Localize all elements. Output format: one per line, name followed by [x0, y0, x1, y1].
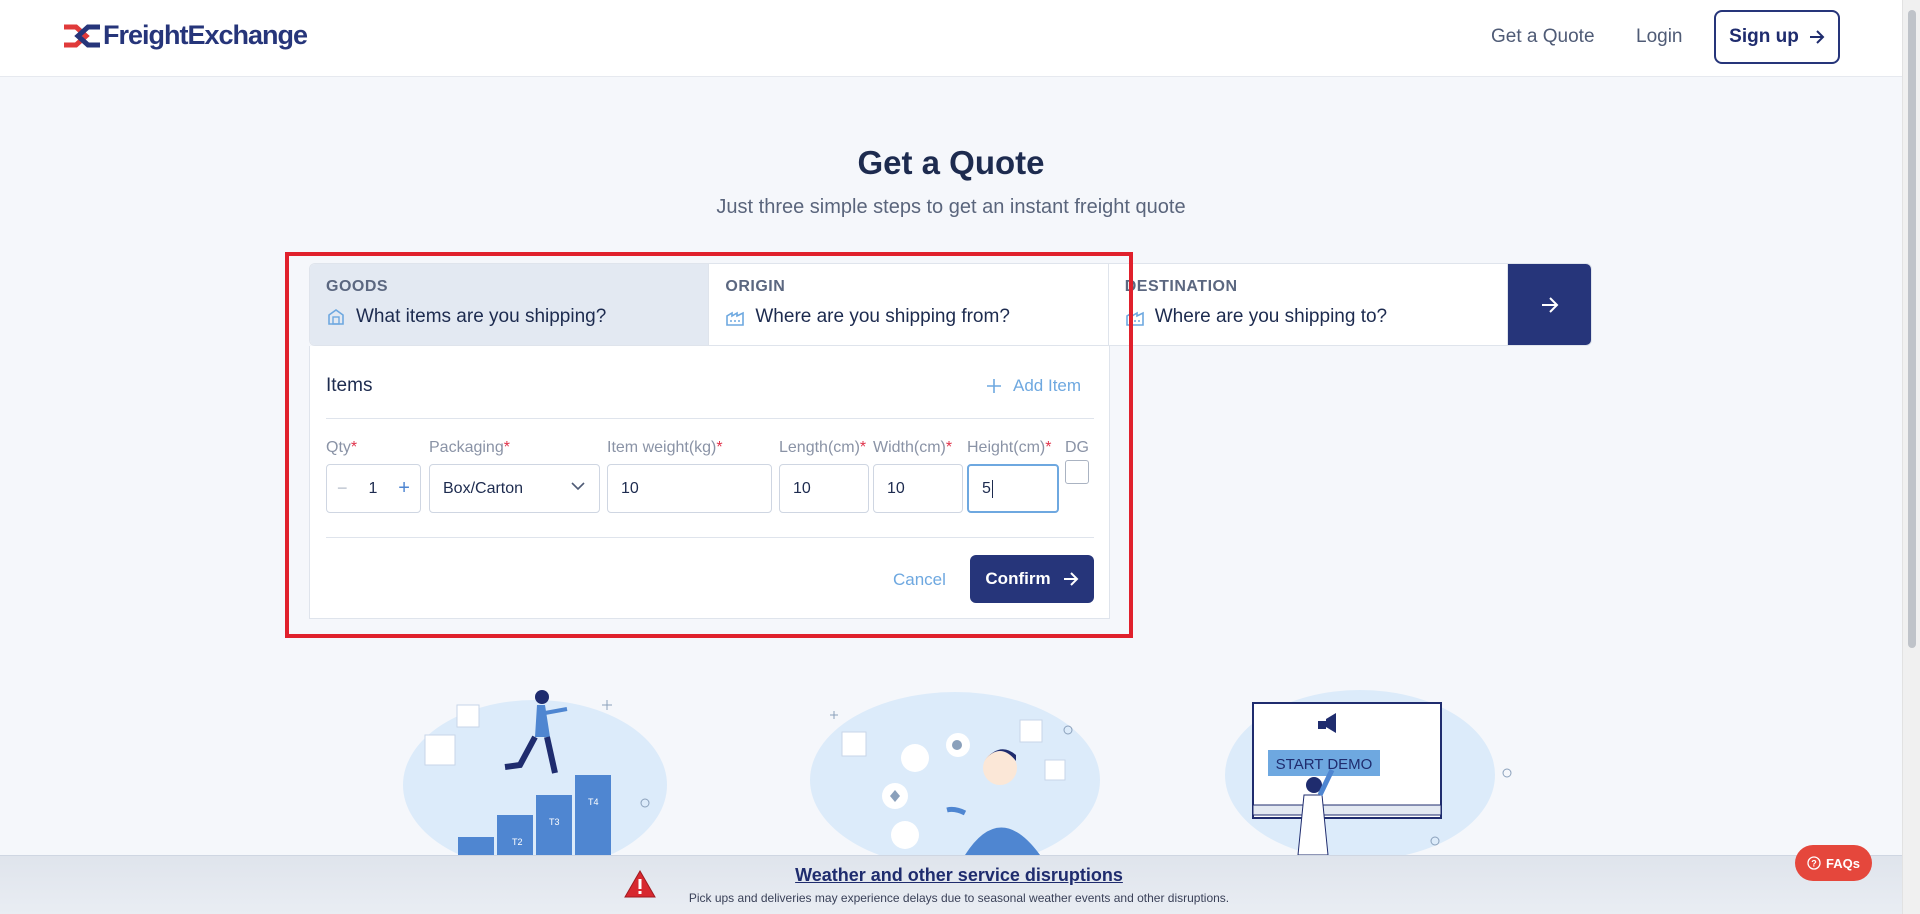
length-label: Length(cm)* — [779, 439, 867, 456]
scrollbar-thumb[interactable] — [1908, 10, 1916, 648]
weight-input[interactable]: 10 — [607, 464, 772, 513]
banner-title-link[interactable]: Weather and other service disruptions — [0, 865, 1918, 886]
faq-label: FAQs — [1826, 855, 1860, 871]
warehouse-icon — [726, 311, 745, 326]
confirm-label: Confirm — [985, 569, 1051, 588]
goods-panel: Items Add Item Qty* Packaging* Item weig… — [309, 346, 1110, 619]
stair-label: T3 — [549, 817, 560, 827]
step-label: DESTINATION — [1124, 278, 1238, 295]
confirm-button[interactable]: Confirm — [970, 555, 1094, 603]
minus-button[interactable]: − — [337, 478, 348, 499]
stairs-illustration: T2 T3 T4 — [403, 690, 667, 855]
signup-label: Sign up — [1729, 26, 1799, 47]
height-label: Height(cm)* — [967, 439, 1052, 456]
support-illustration — [810, 692, 1100, 855]
stair-label: T2 — [512, 837, 523, 847]
stair-label: T4 — [588, 797, 599, 807]
items-title: Items — [326, 375, 373, 396]
step-question: Where are you shipping from? — [755, 306, 1010, 327]
logo-text: FreightExchange — [103, 20, 308, 50]
demo-illustration: START DEMO — [1225, 690, 1512, 855]
site-header: FreightExchange Get a Quote Login Sign u… — [0, 0, 1902, 77]
width-input[interactable]: 10 — [873, 464, 963, 513]
arrow-right-icon — [1541, 296, 1558, 313]
step-question: Where are you shipping to? — [1154, 306, 1388, 327]
dg-checkbox[interactable] — [1065, 460, 1089, 484]
page-subtitle: Just three simple steps to get an instan… — [716, 196, 1186, 218]
page-title: Get a Quote — [857, 144, 1045, 181]
arrow-right-icon — [1809, 30, 1825, 44]
chevron-down-icon — [571, 482, 585, 491]
page-scrollbar[interactable] — [1902, 0, 1920, 914]
package-icon — [328, 309, 344, 325]
next-step-button[interactable] — [1508, 264, 1591, 345]
start-demo-sign: START DEMO — [1276, 756, 1373, 773]
freightexchange-logo[interactable]: FreightExchange — [62, 20, 308, 51]
faq-button[interactable]: ? FAQs — [1795, 845, 1872, 881]
quantity-value[interactable]: 1 — [368, 480, 377, 498]
add-item-button[interactable]: Add Item — [987, 376, 1081, 396]
warehouse-icon — [1125, 311, 1144, 326]
step-label: ORIGIN — [725, 278, 786, 295]
quote-steps: GOODS What items are you shipping? ORIGI… — [309, 263, 1592, 346]
banner-text: Pick ups and deliveries may experience d… — [688, 891, 1230, 905]
plus-button[interactable]: + — [398, 477, 410, 500]
packaging-label: Packaging* — [429, 439, 510, 456]
step-goods[interactable]: GOODS What items are you shipping? — [310, 264, 710, 345]
width-label: Width(cm)* — [873, 439, 953, 456]
quantity-stepper: − 1 + — [326, 464, 421, 513]
signup-button[interactable]: Sign up — [1714, 10, 1840, 64]
cancel-button[interactable]: Cancel — [893, 570, 946, 590]
step-question: What items are you shipping? — [356, 306, 607, 327]
step-label: GOODS — [326, 278, 389, 295]
dg-label: DG — [1065, 439, 1089, 456]
help-circle-icon: ? — [1807, 856, 1821, 870]
plus-icon — [987, 379, 1001, 393]
arrow-right-icon — [1063, 572, 1078, 586]
divider — [326, 537, 1094, 538]
weight-label: Item weight(kg)* — [607, 439, 723, 456]
nav-login[interactable]: Login — [1636, 26, 1683, 48]
packaging-select[interactable]: Box/Carton — [429, 464, 600, 513]
divider — [326, 418, 1094, 419]
length-input[interactable]: 10 — [779, 464, 869, 513]
nav-get-a-quote[interactable]: Get a Quote — [1491, 26, 1595, 48]
disruption-banner: Weather and other service disruptions Pi… — [0, 855, 1902, 914]
add-item-label: Add Item — [1013, 376, 1082, 395]
step-origin[interactable]: ORIGIN Where are you shipping from? — [709, 264, 1109, 345]
qty-label: Qty* — [326, 439, 358, 456]
svg-text:?: ? — [1811, 859, 1817, 869]
height-input[interactable]: 5 — [967, 464, 1059, 513]
height-value: 5 — [982, 479, 991, 497]
packaging-value: Box/Carton — [443, 479, 524, 497]
text-cursor — [991, 479, 993, 498]
step-destination[interactable]: DESTINATION Where are you shipping to? — [1109, 264, 1509, 345]
logo-mark-icon — [64, 24, 100, 47]
